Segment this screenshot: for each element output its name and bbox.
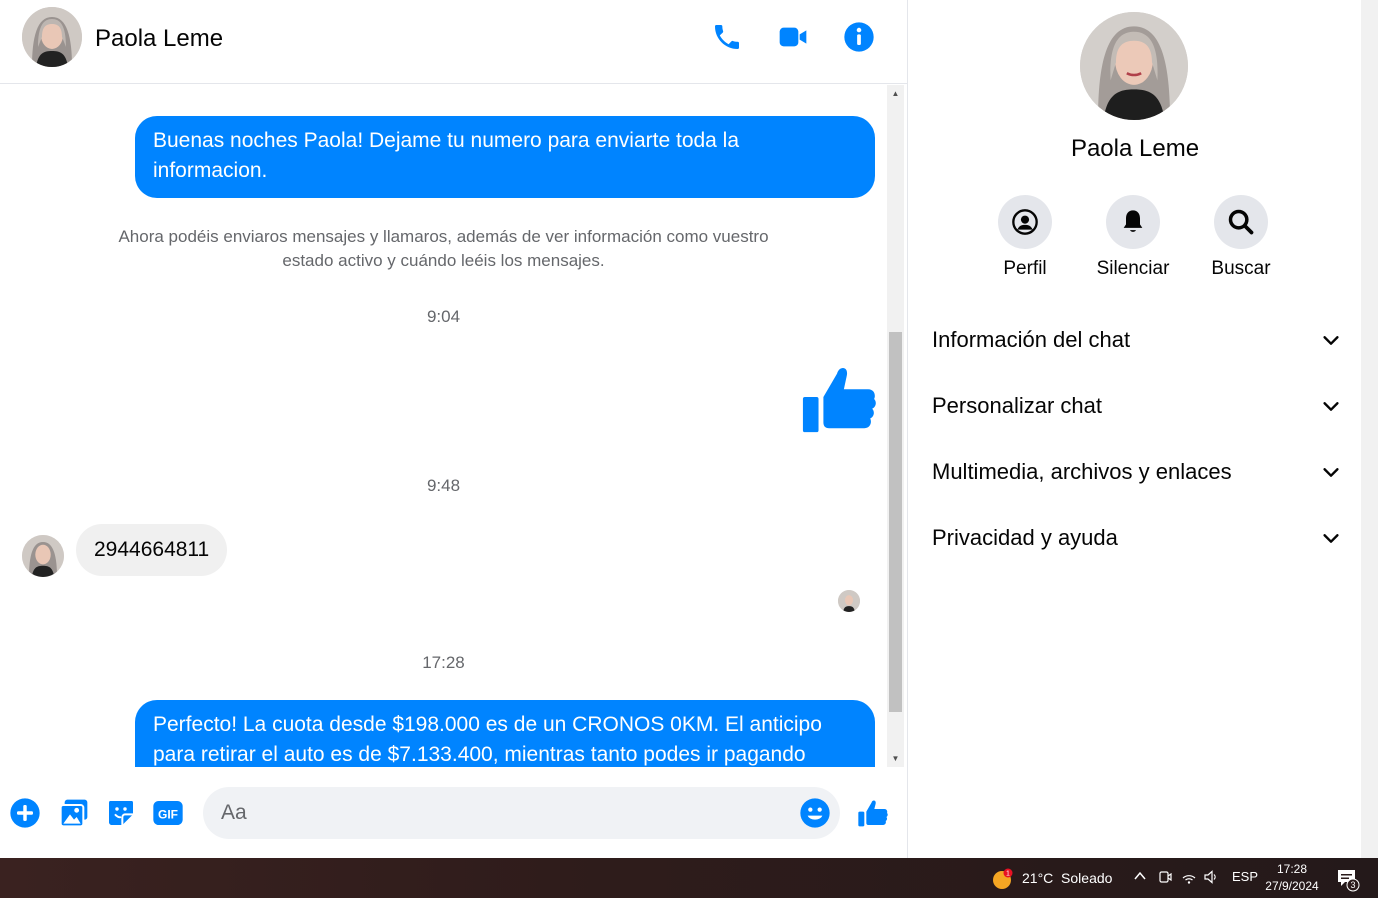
weather-badge: 1: [1006, 871, 1010, 878]
chevron-up-icon[interactable]: [1133, 869, 1147, 886]
timestamp: 9:48: [426, 476, 461, 495]
wifi-icon[interactable]: [1181, 869, 1197, 888]
timestamp: 9:04: [426, 307, 461, 326]
section-title: Privacidad y ayuda: [932, 525, 1118, 550]
panel-contact-name: Paola Leme: [1070, 135, 1200, 162]
incoming-message[interactable]: 2944664811: [76, 524, 228, 576]
notification-count: 3: [1350, 880, 1355, 890]
weather-sun-icon[interactable]: 1: [992, 868, 1014, 890]
sticker-icon[interactable]: [105, 797, 137, 829]
section-customize-chat[interactable]: Personalizar chat: [932, 381, 1342, 431]
search-action[interactable]: Buscar: [1196, 195, 1286, 280]
thumbs-up-sticker-icon[interactable]: [800, 360, 878, 438]
read-receipt-avatar: [838, 590, 860, 612]
mute-action[interactable]: Silenciar: [1088, 195, 1178, 280]
section-media-files-links[interactable]: Multimedia, archivos y enlaces: [932, 447, 1342, 497]
chevron-down-icon: [1323, 534, 1339, 543]
message-list: Buenas noches Paola! Dejame tu numero pa…: [0, 85, 887, 767]
chat-header: Paola Leme: [0, 0, 907, 84]
outgoing-message[interactable]: Perfecto! La cuota desde $198.000 es de …: [135, 700, 875, 767]
message-input-container: [203, 787, 840, 839]
scrollbar-thumb[interactable]: [889, 332, 902, 712]
section-title: Información del chat: [932, 327, 1131, 352]
chevron-down-icon: [1323, 468, 1339, 477]
language-indicator[interactable]: ESP: [1232, 869, 1258, 884]
info-icon[interactable]: [842, 20, 876, 54]
search-icon: [1214, 195, 1268, 249]
message-input[interactable]: [221, 787, 791, 839]
section-chat-info[interactable]: Información del chat: [932, 315, 1342, 365]
phone-call-icon[interactable]: [710, 20, 744, 54]
chevron-down-icon: [1323, 336, 1339, 345]
app-window: Paola Leme Buenas noches Paola! Dejame t…: [0, 0, 1378, 898]
bell-icon: [1106, 195, 1160, 249]
contact-avatar[interactable]: [22, 7, 82, 67]
video-call-icon[interactable]: [776, 20, 810, 54]
outgoing-message[interactable]: Buenas noches Paola! Dejame tu numero pa…: [135, 116, 875, 198]
chat-pane: Paola Leme Buenas noches Paola! Dejame t…: [0, 0, 907, 858]
thumbs-up-send-icon[interactable]: [857, 797, 889, 829]
contact-profile-photo[interactable]: [1080, 12, 1188, 120]
timestamp: 17:28: [422, 653, 465, 672]
scroll-down-arrow-icon[interactable]: ▼: [887, 752, 904, 766]
section-title: Multimedia, archivos y enlaces: [932, 459, 1232, 484]
gallery-icon[interactable]: [58, 797, 90, 829]
gif-icon[interactable]: GIF: [152, 797, 184, 829]
volume-icon[interactable]: [1203, 869, 1219, 888]
composer-bar: GIF: [0, 767, 907, 858]
profile-action-label: Perfil: [1003, 258, 1047, 279]
weather-text[interactable]: 21°C Soleado: [1022, 870, 1112, 886]
search-action-label: Buscar: [1211, 258, 1271, 279]
section-privacy-help[interactable]: Privacidad y ayuda: [932, 513, 1342, 563]
scroll-up-arrow-icon[interactable]: ▲: [887, 87, 904, 101]
sender-avatar[interactable]: [22, 535, 64, 577]
meet-now-icon[interactable]: [1157, 869, 1173, 888]
section-title: Personalizar chat: [932, 393, 1102, 418]
profile-action[interactable]: Perfil: [980, 195, 1070, 280]
svg-text:GIF: GIF: [158, 807, 178, 821]
profile-icon: [998, 195, 1052, 249]
chat-info-panel: Paola Leme Perfil Silenciar Buscar Infor…: [907, 0, 1361, 858]
system-notice: Ahora podéis enviaros mensajes y llamaro…: [118, 227, 769, 270]
chevron-down-icon: [1323, 402, 1339, 411]
clock-time[interactable]: 17:28: [1262, 862, 1322, 876]
plus-circle-icon[interactable]: [9, 797, 41, 829]
mute-action-label: Silenciar: [1096, 258, 1170, 279]
emoji-icon[interactable]: [799, 797, 831, 829]
panel-scrollbar[interactable]: [1361, 0, 1378, 858]
clock-date[interactable]: 27/9/2024: [1262, 879, 1322, 893]
contact-name[interactable]: Paola Leme: [95, 25, 223, 53]
notification-center-icon[interactable]: 3: [1335, 866, 1361, 892]
